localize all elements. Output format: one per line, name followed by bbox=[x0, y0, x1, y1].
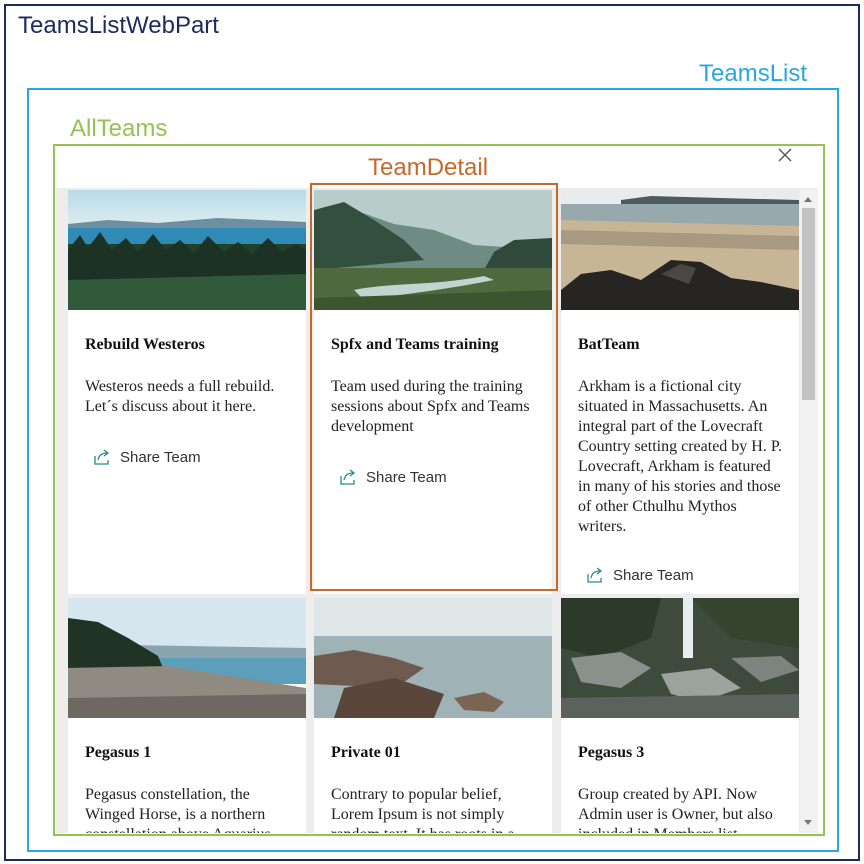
share-team-label: Share Team bbox=[613, 566, 694, 584]
team-card[interactable]: Pegasus 1 Pegasus constellation, the Win… bbox=[68, 598, 306, 833]
close-icon[interactable] bbox=[776, 146, 794, 164]
team-card[interactable]: Rebuild Westeros Westeros needs a full r… bbox=[68, 190, 306, 594]
team-card[interactable]: BatTeam Arkham is a fictional city situa… bbox=[561, 190, 799, 594]
teams-list-label: TeamsList bbox=[699, 60, 808, 87]
team-title: Rebuild Westeros bbox=[85, 336, 205, 353]
share-icon bbox=[94, 449, 110, 465]
team-image bbox=[561, 190, 799, 310]
team-image bbox=[561, 598, 799, 718]
share-icon bbox=[587, 567, 603, 583]
team-title: Pegasus 1 bbox=[85, 744, 152, 761]
scroll-thumb[interactable] bbox=[802, 208, 815, 400]
all-teams-label: AllTeams bbox=[70, 115, 168, 142]
team-description: Group created by API. Now Admin user is … bbox=[578, 786, 773, 833]
scroll-down-arrow-icon[interactable] bbox=[804, 820, 812, 825]
share-team-button[interactable]: Share Team bbox=[93, 448, 201, 466]
share-team-button[interactable]: Share Team bbox=[586, 566, 694, 584]
team-image bbox=[314, 598, 552, 718]
team-image bbox=[68, 598, 306, 718]
team-description: Westeros needs a full rebuild. Let´s dis… bbox=[85, 378, 275, 415]
team-detail-label: TeamDetail bbox=[368, 154, 489, 181]
scroll-up-arrow-icon[interactable] bbox=[804, 197, 812, 202]
teams-list-web-part-label: TeamsListWebPart bbox=[18, 12, 219, 39]
team-card[interactable]: Private 01 Contrary to popular belief, L… bbox=[314, 598, 552, 833]
share-team-label: Share Team bbox=[120, 448, 201, 466]
team-title: BatTeam bbox=[578, 336, 640, 353]
team-title: Private 01 bbox=[331, 744, 401, 761]
team-card[interactable]: Pegasus 3 Group created by API. Now Admi… bbox=[561, 598, 799, 833]
vertical-scrollbar[interactable] bbox=[800, 190, 817, 833]
team-description: Arkham is a fictional city situated in M… bbox=[578, 378, 782, 535]
team-image bbox=[68, 190, 306, 310]
team-title: Pegasus 3 bbox=[578, 744, 645, 761]
team-detail-frame bbox=[310, 183, 558, 591]
team-description: Contrary to popular belief, Lorem Ipsum … bbox=[331, 786, 515, 833]
team-description: Pegasus constellation, the Winged Horse,… bbox=[85, 786, 271, 833]
